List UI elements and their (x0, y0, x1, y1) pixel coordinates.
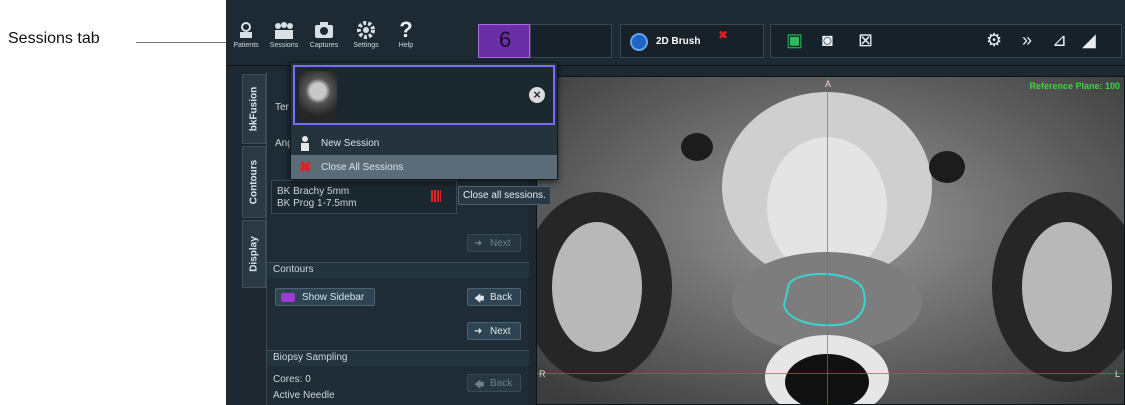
tab-contours-label: Contours (248, 159, 260, 205)
brush-label: 2D Brush (656, 36, 701, 47)
sessions-tab-callout: Sessions tab (8, 30, 100, 47)
patients-button[interactable]: Patients (226, 20, 266, 62)
camera-icon[interactable]: ◙ (822, 30, 833, 51)
tab-bkfusion-label: bkFusion (248, 86, 260, 132)
help-button[interactable]: ? Help (386, 17, 426, 62)
next-label: Next (490, 238, 511, 249)
new-session-item[interactable]: New Session (291, 131, 557, 155)
settings-button[interactable]: Settings (346, 20, 386, 62)
help-label: Help (398, 42, 414, 49)
back-button-disabled[interactable]: 🡄 Back (467, 374, 521, 392)
brush-clear-icon[interactable]: ✖ (718, 28, 728, 42)
axis-vertical (827, 77, 828, 404)
close-session-icon[interactable]: × (529, 87, 545, 103)
sessions-dropdown: × New Session ✖ Close All Sessions (290, 62, 558, 180)
ruler-icon[interactable]: ⊿ (1052, 30, 1067, 51)
new-session-label: New Session (321, 138, 380, 149)
active-needle-label: Active Needle (273, 390, 335, 401)
show-sidebar-button[interactable]: Show Sidebar (275, 288, 375, 306)
captures-icon (315, 22, 333, 38)
next-button[interactable]: ➜ Next (467, 322, 521, 340)
toolbar-field-empty (530, 24, 612, 58)
main-toolbar: Patients Sessions Captures Settings ? He… (226, 0, 1125, 66)
reference-plane-label: Reference Plane: 100 (1029, 81, 1120, 91)
panel-text-template: Ter (275, 102, 289, 113)
sessions-icon (275, 22, 293, 39)
show-sidebar-label: Show Sidebar (302, 292, 365, 303)
contours-heading: Contours (273, 264, 314, 275)
save-icon[interactable]: ▣ (786, 30, 803, 51)
forward-icon[interactable]: » (1022, 30, 1032, 51)
probe-line-2: BK Prog 1-7.5mm (277, 198, 357, 209)
next-label-2: Next (490, 326, 511, 337)
close-x-icon: ✖ (299, 159, 312, 176)
tab-display-label: Display (248, 236, 260, 272)
gear-icon[interactable]: ⚙ (986, 30, 1002, 51)
back-button[interactable]: 🡄 Back (467, 288, 521, 306)
probe-icon[interactable]: ◢ (1082, 30, 1096, 51)
slot-indicator[interactable]: 6 (478, 24, 530, 58)
close-all-sessions-item[interactable]: ✖ Close All Sessions (291, 155, 557, 179)
orientation-anterior: A (825, 79, 832, 89)
export-icon[interactable]: ⊠ (858, 30, 873, 51)
orientation-right: R (539, 369, 546, 379)
settings-icon (357, 21, 375, 39)
tab-display[interactable]: Display (242, 220, 266, 288)
slot-number: 6 (499, 27, 512, 52)
patients-label: Patients (233, 42, 259, 49)
next-button-disabled[interactable]: ➜ Next (467, 234, 521, 252)
help-icon: ? (399, 17, 413, 42)
mri-image (537, 77, 1124, 404)
close-all-tooltip: Close all sessions. (458, 186, 551, 205)
captures-label: Captures (309, 42, 339, 49)
app-window: Patients Sessions Captures Settings ? He… (226, 0, 1125, 405)
settings-label: Settings (353, 42, 379, 49)
probe-line-1: BK Brachy 5mm (277, 186, 350, 197)
back-label: Back (490, 292, 513, 303)
session-item[interactable]: × (293, 65, 555, 125)
close-all-sessions-label: Close All Sessions (321, 162, 404, 173)
tab-bkfusion[interactable]: bkFusion (242, 74, 266, 144)
sidebar-icon (281, 293, 295, 302)
mri-viewport[interactable]: iced A Reference Plane: 100 R L (536, 76, 1125, 405)
probe-grid-icon (431, 190, 441, 202)
captures-button[interactable]: Captures (304, 20, 344, 62)
brush-color-swatch[interactable] (630, 33, 648, 51)
session-thumbnail (299, 71, 337, 121)
back-label-2: Back (490, 378, 513, 389)
cores-count: Cores: 0 (273, 374, 311, 385)
patients-icon (240, 22, 252, 38)
sessions-label: Sessions (269, 42, 299, 49)
orientation-left: L (1114, 369, 1120, 379)
biopsy-heading: Biopsy Sampling (273, 352, 348, 363)
person-icon (299, 135, 311, 154)
tab-contours[interactable]: Contours (242, 146, 266, 218)
axis-horizontal (537, 373, 1124, 374)
sessions-button[interactable]: Sessions (264, 20, 304, 62)
